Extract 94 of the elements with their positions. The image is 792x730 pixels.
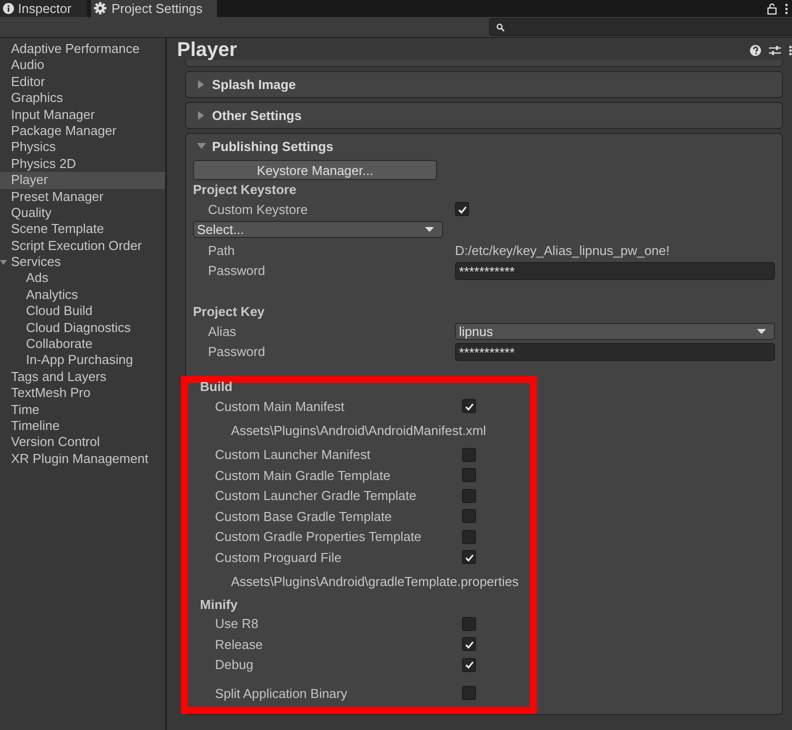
field-label: Custom Launcher Gradle Template — [215, 488, 418, 504]
checkbox[interactable] — [462, 509, 476, 524]
file-path: Assets\Plugins\Android\gradleTemplate.properties — [231, 574, 519, 589]
field-label: Custom Main Manifest — [215, 398, 346, 414]
sidebar-item[interactable]: Player — [0, 172, 165, 189]
expand-arrow-icon[interactable] — [0, 259, 7, 266]
field-label: Password — [208, 344, 266, 360]
checkmark-icon — [464, 638, 474, 650]
checkbox[interactable] — [462, 530, 476, 544]
sidebar-item[interactable]: Input Manager — [0, 106, 165, 123]
field-label: Password — [208, 263, 266, 278]
dropdown[interactable]: lipnus — [455, 322, 775, 340]
more-icon[interactable] — [785, 2, 788, 14]
dropdown-value: Select... — [197, 222, 245, 238]
sidebar-item[interactable]: Collaborate — [0, 336, 165, 352]
dropdown-arrow-icon — [757, 328, 766, 334]
checkbox[interactable] — [462, 448, 476, 462]
checkbox[interactable] — [462, 550, 476, 564]
password-field[interactable]: *********** — [455, 342, 775, 361]
expand-arrow-icon[interactable] — [197, 142, 206, 151]
path-value: D:/etc/key/key_Alias_lipnus_pw_one! — [455, 242, 670, 258]
sidebar-item[interactable]: Scene Template — [0, 221, 165, 238]
sidebar-item[interactable]: Time — [0, 402, 165, 418]
section-title[interactable]: Splash Image — [212, 77, 296, 92]
sidebar-item[interactable]: Preset Manager — [0, 188, 165, 205]
checkmark-icon — [456, 204, 468, 215]
info-icon — [3, 3, 14, 14]
group-heading: Project Keystore — [192, 181, 298, 199]
sidebar-item[interactable]: Analytics — [0, 286, 165, 304]
field-label: Path — [208, 242, 236, 258]
help-icon[interactable] — [750, 44, 761, 56]
dropdown-arrow-icon — [425, 227, 434, 232]
checkmark-icon — [464, 400, 474, 412]
search-field[interactable] — [489, 18, 792, 36]
checkbox[interactable] — [462, 488, 476, 503]
sidebar-item[interactable]: Script Execution Order — [0, 238, 165, 254]
field-label: Split Application Binary — [215, 686, 348, 701]
field-label: Custom Gradle Properties Template — [215, 529, 422, 544]
gear-icon — [94, 2, 108, 15]
group-heading: Build — [199, 378, 234, 396]
sidebar-item[interactable]: Quality — [0, 204, 165, 222]
sidebar-item[interactable]: XR Plugin Management — [0, 450, 165, 468]
checkbox[interactable] — [455, 202, 469, 216]
sidebar-item[interactable]: Cloud Diagnostics — [0, 320, 165, 336]
checkbox[interactable] — [462, 686, 476, 700]
password-field[interactable]: *********** — [455, 262, 775, 280]
sidebar-item[interactable]: Services — [0, 254, 165, 270]
page-title: Player — [177, 38, 238, 62]
group-heading: Minify — [199, 596, 239, 614]
group-heading: Project Key — [192, 303, 266, 321]
sidebar-item[interactable]: TextMesh Pro — [0, 385, 165, 402]
lock-icon[interactable] — [767, 2, 777, 14]
tab[interactable]: Inspector — [0, 0, 88, 17]
file-path: Assets\Plugins\Android\AndroidManifest.xml — [231, 423, 486, 438]
more-icon[interactable] — [789, 44, 792, 56]
sidebar-item[interactable]: Ads — [0, 270, 165, 287]
expand-arrow-icon[interactable] — [197, 80, 206, 89]
checkmark-icon — [464, 659, 474, 670]
tab[interactable]: Project Settings — [91, 0, 217, 17]
field-label: Custom Proguard File — [215, 550, 342, 565]
sidebar-item[interactable]: Adaptive Performance — [0, 41, 165, 58]
search-icon — [496, 22, 505, 32]
sidebar-item[interactable]: Version Control — [0, 434, 165, 451]
sidebar-item[interactable]: Physics — [0, 139, 165, 156]
section-title[interactable]: Other Settings — [212, 108, 302, 123]
sidebar-item[interactable]: Graphics — [0, 90, 165, 107]
sidebar-item[interactable]: Audio — [0, 57, 165, 74]
sidebar-item[interactable]: Physics 2D — [0, 156, 165, 172]
checkbox[interactable] — [462, 399, 476, 414]
sidebar-item[interactable]: Cloud Build — [0, 303, 165, 320]
dropdown-value: lipnus — [459, 324, 494, 339]
sidebar-item[interactable]: Package Manager — [0, 122, 165, 140]
checkbox[interactable] — [462, 658, 476, 672]
sidebar-item[interactable]: In-App Purchasing — [0, 352, 165, 369]
sidebar-item[interactable]: Editor — [0, 74, 165, 90]
field-label: Custom Base Gradle Template — [215, 508, 393, 524]
field-label: Use R8 — [215, 616, 260, 632]
field-label: Custom Main Gradle Template — [215, 468, 392, 483]
sliders-icon[interactable] — [769, 44, 781, 56]
keystore-manager-button[interactable]: Keystore Manager... — [193, 160, 437, 180]
checkmark-icon — [464, 552, 474, 563]
field-label: Release — [215, 636, 264, 652]
checkbox[interactable] — [462, 616, 476, 631]
dropdown[interactable]: Select... — [193, 221, 443, 238]
section-title[interactable]: Publishing Settings — [212, 139, 334, 154]
field-label: Custom Launcher Manifest — [215, 447, 372, 462]
sidebar-item[interactable]: Timeline — [0, 418, 165, 434]
field-label: Debug — [215, 657, 254, 672]
field-label: Custom Keystore — [208, 202, 309, 217]
sidebar-item[interactable]: Tags and Layers — [0, 368, 165, 386]
checkbox[interactable] — [462, 468, 476, 482]
expand-arrow-icon[interactable] — [197, 111, 206, 120]
checkbox[interactable] — [462, 637, 476, 652]
field-label: Alias — [208, 324, 238, 339]
